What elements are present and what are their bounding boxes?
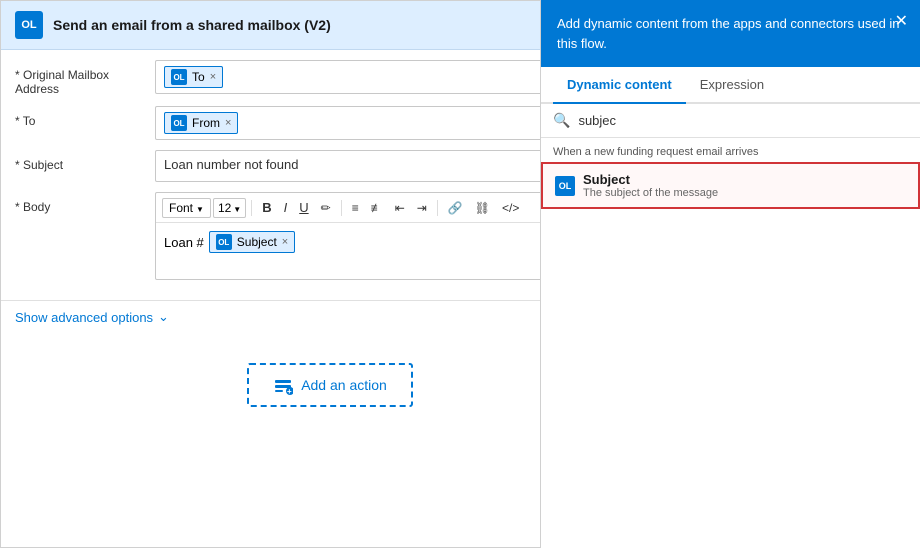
dynamic-tabs: Dynamic content Expression — [541, 67, 920, 104]
bold-button[interactable]: B — [257, 197, 276, 218]
body-label: * Body — [15, 192, 145, 214]
show-advanced-chevron-icon: ⌄ — [158, 309, 169, 325]
toolbar-sep-3 — [437, 200, 438, 216]
body-text-prefix: Loan # — [164, 235, 204, 250]
subject-token-icon: OL — [216, 234, 232, 250]
add-action-button[interactable]: + Add an action — [247, 363, 413, 407]
list-bullet-button[interactable]: ≡ — [347, 198, 364, 218]
subject-token[interactable]: OL Subject × — [209, 231, 295, 253]
section-label: When a new funding request email arrives — [541, 138, 920, 162]
subject-result-icon: OL — [555, 176, 575, 196]
font-size-chevron-icon — [233, 201, 241, 215]
original-mailbox-label: * Original Mailbox Address — [15, 60, 145, 96]
link-button[interactable]: 🔗 — [443, 198, 468, 218]
app-icon: OL — [15, 11, 43, 39]
link2-button[interactable]: ⛓ — [470, 198, 495, 218]
dynamic-panel-header: Add dynamic content from the apps and co… — [541, 0, 920, 67]
subject-result-desc: The subject of the message — [583, 187, 718, 199]
search-box: 🔍 — [541, 104, 920, 138]
from-token-close[interactable]: × — [225, 117, 231, 129]
font-select[interactable]: Font — [162, 198, 211, 218]
list-number-button[interactable]: ≢ — [366, 198, 388, 218]
search-icon: 🔍 — [553, 112, 570, 129]
font-size-select[interactable]: 12 — [213, 198, 246, 218]
font-chevron-icon — [196, 201, 204, 215]
to-label: * To — [15, 106, 145, 128]
dynamic-panel: Add dynamic content from the apps and co… — [540, 0, 920, 548]
toolbar-sep-1 — [251, 200, 252, 216]
show-advanced-label: Show advanced options — [15, 310, 153, 325]
card-title: Send an email from a shared mailbox (V2) — [53, 17, 331, 33]
tab-dynamic-content[interactable]: Dynamic content — [553, 67, 686, 104]
subject-token-close[interactable]: × — [282, 236, 288, 248]
dynamic-panel-close-button[interactable]: ✕ — [895, 10, 908, 34]
to-token-close[interactable]: × — [210, 71, 216, 83]
subject-result-item[interactable]: OL Subject The subject of the message — [541, 162, 920, 209]
card-header-left: OL Send an email from a shared mailbox (… — [15, 11, 331, 39]
add-action-icon: + — [273, 375, 293, 395]
underline-button[interactable]: U — [294, 197, 313, 218]
highlight-button[interactable]: ✏ — [316, 198, 336, 218]
to-token[interactable]: OL To × — [164, 66, 223, 88]
indent-left-button[interactable]: ⇤ — [390, 198, 410, 218]
add-action-label: Add an action — [301, 377, 387, 393]
subject-result-name: Subject — [583, 172, 718, 187]
indent-right-button[interactable]: ⇥ — [412, 198, 432, 218]
subject-result-text: Subject The subject of the message — [583, 172, 718, 199]
dynamic-search-input[interactable] — [578, 113, 908, 128]
code-button[interactable]: </> — [497, 198, 524, 218]
italic-button[interactable]: I — [279, 197, 293, 218]
svg-text:+: + — [287, 387, 292, 395]
toolbar-sep-2 — [341, 200, 342, 216]
subject-label: * Subject — [15, 150, 145, 172]
from-token-icon: OL — [171, 115, 187, 131]
from-token[interactable]: OL From × — [164, 112, 238, 134]
tab-expression[interactable]: Expression — [686, 67, 778, 104]
to-token-icon: OL — [171, 69, 187, 85]
dynamic-header-text: Add dynamic content from the apps and co… — [557, 16, 900, 51]
